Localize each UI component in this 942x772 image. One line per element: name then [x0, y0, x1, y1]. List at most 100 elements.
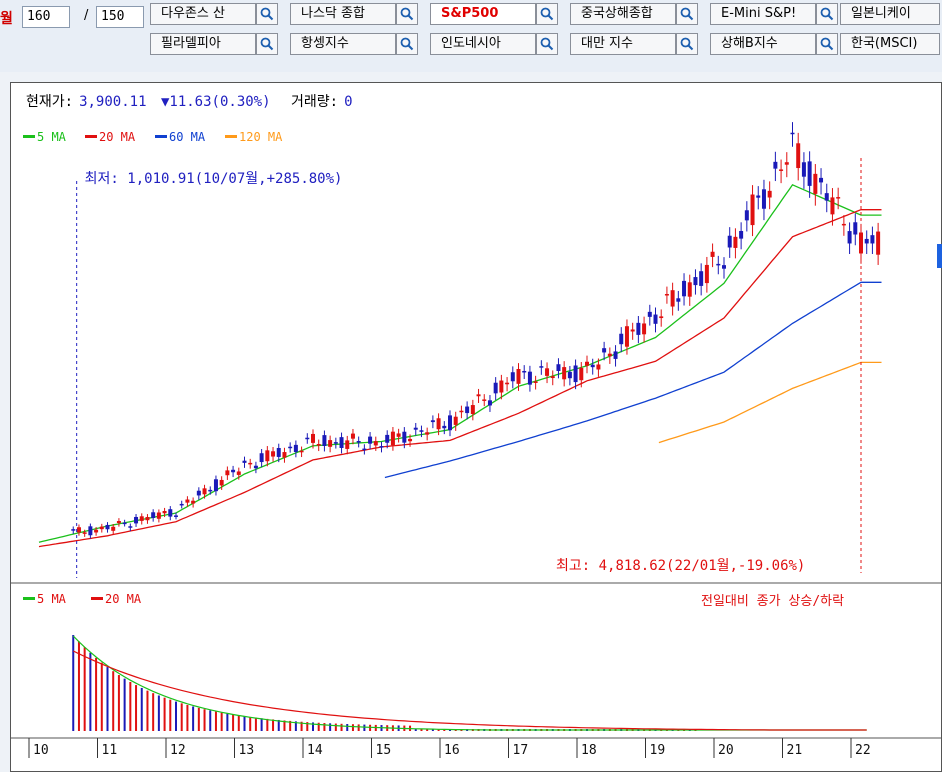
- candle-body: [408, 438, 413, 442]
- volume-bar: [363, 724, 366, 731]
- candle-body: [311, 433, 315, 443]
- candle-body: [556, 364, 561, 372]
- candle-body: [727, 235, 732, 248]
- index-button-1-2[interactable]: 인도네시아: [430, 33, 536, 55]
- volume-bar: [186, 704, 189, 731]
- index-button-1-4[interactable]: 상해B지수: [710, 33, 816, 55]
- ma-line-20-ma: [38, 209, 882, 548]
- volume-bar: [334, 723, 337, 731]
- index-button-0-1[interactable]: 나스닥 종합: [290, 3, 396, 25]
- candle-body: [122, 522, 127, 525]
- volume-bar: [175, 701, 177, 731]
- x-tick-label: 11: [102, 743, 118, 758]
- candle-body: [76, 527, 81, 533]
- candle-body: [579, 367, 584, 381]
- legend-swatch: [85, 135, 97, 138]
- volume-bar: [209, 710, 212, 731]
- index-button-1-5[interactable]: 한국(MSCI): [840, 33, 940, 55]
- candle-body: [162, 510, 167, 514]
- candle-body: [676, 298, 681, 302]
- candle-body: [653, 314, 658, 324]
- candle-body: [870, 235, 875, 244]
- candle-body: [82, 532, 87, 534]
- index-button-1-0[interactable]: 필라델피아: [150, 33, 256, 55]
- legend-swatch: [155, 135, 167, 138]
- index-button-0-0[interactable]: 다우존스 산: [150, 3, 256, 25]
- search-icon[interactable]: [396, 3, 418, 25]
- candle-body: [830, 197, 835, 215]
- search-icon[interactable]: [396, 33, 418, 55]
- volume-bar: [169, 699, 172, 731]
- ma-line-60-ma: [384, 281, 882, 479]
- candle-body: [687, 282, 692, 297]
- search-icon[interactable]: [536, 3, 558, 25]
- high-annotation: 최고: 4,818.62(22/01월,-19.06%): [556, 558, 805, 574]
- index-button-0-4[interactable]: E-Mini S&P!: [710, 3, 816, 25]
- scroll-marker[interactable]: [937, 244, 942, 268]
- search-icon[interactable]: [256, 3, 278, 25]
- candle-body: [356, 441, 361, 443]
- search-icon[interactable]: [676, 33, 698, 55]
- candle-body: [510, 372, 515, 382]
- candle-body: [231, 469, 236, 473]
- candle-body: [499, 380, 504, 393]
- index-button-0-3[interactable]: 중국상해종합: [570, 3, 676, 25]
- candle-body: [208, 489, 213, 492]
- candle-body: [99, 526, 104, 530]
- candle-body: [470, 405, 475, 415]
- candle-body: [225, 470, 230, 476]
- x-tick-label: 22: [855, 743, 871, 758]
- volume-legend-item: 5 MA: [37, 592, 67, 606]
- volume-bar: [83, 647, 86, 731]
- candle-body: [328, 440, 333, 447]
- count-input[interactable]: 160: [22, 6, 70, 28]
- index-button-0-5[interactable]: 일본니케이: [840, 3, 940, 25]
- candle-body: [733, 236, 738, 248]
- search-icon[interactable]: [816, 3, 838, 25]
- candle-body: [350, 433, 355, 439]
- candle-body: [419, 430, 424, 432]
- candle-body: [619, 333, 624, 345]
- candle-body: [236, 471, 241, 475]
- x-tick-label: 14: [307, 743, 323, 758]
- candle-body: [248, 462, 253, 465]
- candle-body: [322, 435, 327, 446]
- candle-body: [259, 453, 264, 463]
- candle-body: [128, 526, 133, 528]
- candle-body: [539, 366, 544, 368]
- x-tick-label: 10: [33, 743, 49, 758]
- candle-body: [219, 479, 224, 486]
- legend-item: 120 MA: [239, 130, 283, 144]
- volume-bar: [203, 709, 206, 731]
- volume-bar: [232, 714, 235, 731]
- index-button-1-1[interactable]: 항셍지수: [290, 33, 396, 55]
- candle-body: [191, 500, 196, 504]
- candle-body: [476, 394, 481, 397]
- candle-body: [824, 193, 829, 201]
- volume-bar: [249, 716, 252, 731]
- volume-bar: [146, 690, 149, 731]
- volume-bar: [163, 697, 166, 731]
- volume-bar: [106, 667, 109, 731]
- candle-body: [864, 238, 869, 244]
- total-input[interactable]: 150: [96, 6, 144, 28]
- x-tick-label: 17: [513, 743, 529, 758]
- volume-bar: [117, 675, 120, 731]
- candle-body: [670, 290, 675, 307]
- ma-line-5-ma: [38, 183, 882, 543]
- search-icon[interactable]: [676, 3, 698, 25]
- index-button-1-3[interactable]: 대만 지수: [570, 33, 676, 55]
- index-button-0-2[interactable]: S&P500: [430, 3, 536, 25]
- legend-item: 60 MA: [169, 130, 206, 144]
- candle-body: [636, 322, 641, 335]
- candle-body: [487, 400, 492, 406]
- search-icon[interactable]: [256, 33, 278, 55]
- candle-body: [607, 353, 612, 357]
- search-icon[interactable]: [816, 33, 838, 55]
- candle-body: [151, 512, 156, 518]
- volume-bar: [214, 711, 217, 731]
- search-icon[interactable]: [536, 33, 558, 55]
- candle-body: [801, 162, 806, 177]
- candle-body: [111, 526, 116, 531]
- legend-swatch: [225, 135, 237, 138]
